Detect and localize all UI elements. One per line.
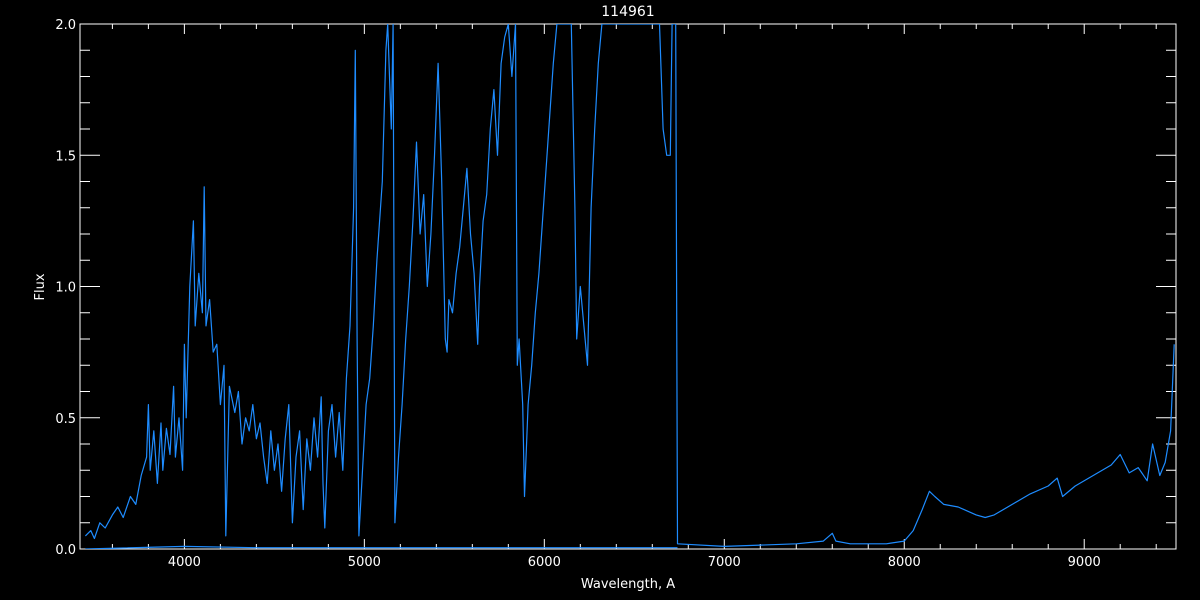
x-tick-label: 5000	[348, 555, 381, 570]
plot-frame	[79, 23, 1177, 550]
y-tick-label: 1.5	[55, 149, 76, 164]
y-axis-label: Flux	[33, 273, 48, 300]
axis-ticks	[80, 23, 1176, 550]
x-tick-label: 6000	[528, 555, 561, 570]
x-tick-label: 7000	[708, 555, 741, 570]
spectrum-chart: 114961 Wavelength, A Flux 4000 5000 6000 70…	[33, 4, 1177, 592]
x-axis-label: Wavelength, A	[581, 577, 675, 592]
y-tick-label: 0.0	[55, 543, 76, 558]
x-tick-label: 9000	[1068, 555, 1101, 570]
series-line-1	[84, 24, 1175, 548]
series-group	[84, 24, 1175, 549]
chart-title: 114961	[601, 4, 654, 20]
x-tick-label: 4000	[168, 555, 201, 570]
x-tick-label: 8000	[888, 555, 921, 570]
y-tick-label: 0.5	[55, 412, 76, 427]
axis-tick-labels: 4000 5000 6000 7000 8000 9000 0.0 0.5 1.0 1.5 2.0	[55, 18, 1100, 570]
y-tick-label: 1.0	[55, 281, 76, 296]
y-tick-label: 2.0	[55, 18, 76, 33]
